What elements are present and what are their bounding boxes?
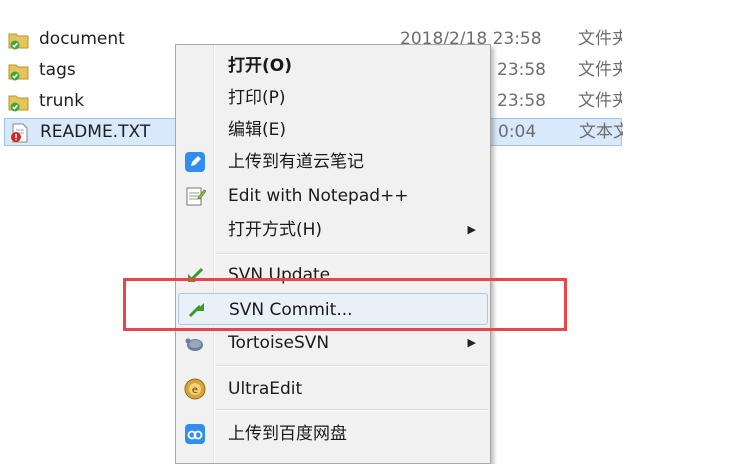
file-date: 0:04 (498, 122, 537, 142)
file-name: tags (39, 60, 76, 80)
file-type: 文件夹 (578, 29, 622, 49)
menu-item-upload-youdao[interactable]: 上传到有道云笔记 (178, 146, 488, 178)
menu-item-label: 打开方式(H) (228, 220, 323, 240)
context-menu: 打开(O) 打印(P) 编辑(E) 上传到有道云笔记 Edit with Not… (175, 44, 491, 464)
file-name: README.TXT (40, 122, 151, 142)
baidu-netdisk-icon (185, 424, 205, 444)
menu-separator-highlight (216, 366, 488, 367)
annotation-highlight-box (123, 278, 567, 331)
menu-item-label: 编辑(E) (228, 120, 287, 140)
svn-folder-icon (8, 95, 29, 112)
menu-item-label: 打开(O) (228, 56, 292, 76)
menu-separator-highlight (216, 254, 488, 255)
menu-item-open-with[interactable]: 打开方式(H) ▶ (178, 214, 488, 246)
notepad-plus-plus-icon (186, 187, 206, 206)
menu-item-label: 上传到百度网盘 (228, 424, 347, 444)
submenu-arrow-icon: ▶ (467, 223, 476, 236)
tortoisesvn-icon (185, 338, 203, 351)
youdao-note-icon (185, 152, 205, 172)
submenu-arrow-icon: ▶ (467, 336, 476, 349)
file-name: document (39, 29, 125, 49)
ultraedit-icon: e (184, 378, 206, 400)
menu-item-label: UltraEdit (228, 379, 303, 399)
svn-folder-icon (8, 33, 29, 50)
menu-item-upload-baidu[interactable]: 上传到百度网盘 (178, 418, 488, 450)
menu-item-label: Edit with Notepad++ (228, 186, 409, 206)
menu-item-label: 上传到有道云笔记 (228, 152, 364, 172)
svn-folder-icon (8, 64, 29, 81)
file-type: 文本文 (579, 122, 623, 142)
menu-item-label: 打印(P) (228, 88, 286, 108)
svg-text:e: e (192, 385, 198, 396)
file-name: trunk (39, 91, 85, 111)
file-type: 文件夹 (578, 91, 622, 111)
menu-item-ultraedit[interactable]: e UltraEdit (178, 373, 488, 405)
menu-item-label: TortoiseSVN (228, 333, 330, 353)
menu-item-notepad-plus-plus[interactable]: Edit with Notepad++ (178, 180, 488, 212)
svn-modified-file-icon (11, 123, 28, 143)
menu-item-edit[interactable]: 编辑(E) (178, 114, 488, 146)
menu-item-open[interactable]: 打开(O) (178, 50, 488, 82)
menu-separator-highlight (216, 410, 488, 411)
menu-item-tortoisesvn[interactable]: TortoiseSVN ▶ (178, 327, 488, 359)
file-type: 文件夹 (578, 60, 622, 80)
file-date: 23:58 (497, 91, 546, 111)
file-date: 23:58 (497, 60, 546, 80)
menu-item-print[interactable]: 打印(P) (178, 82, 488, 114)
